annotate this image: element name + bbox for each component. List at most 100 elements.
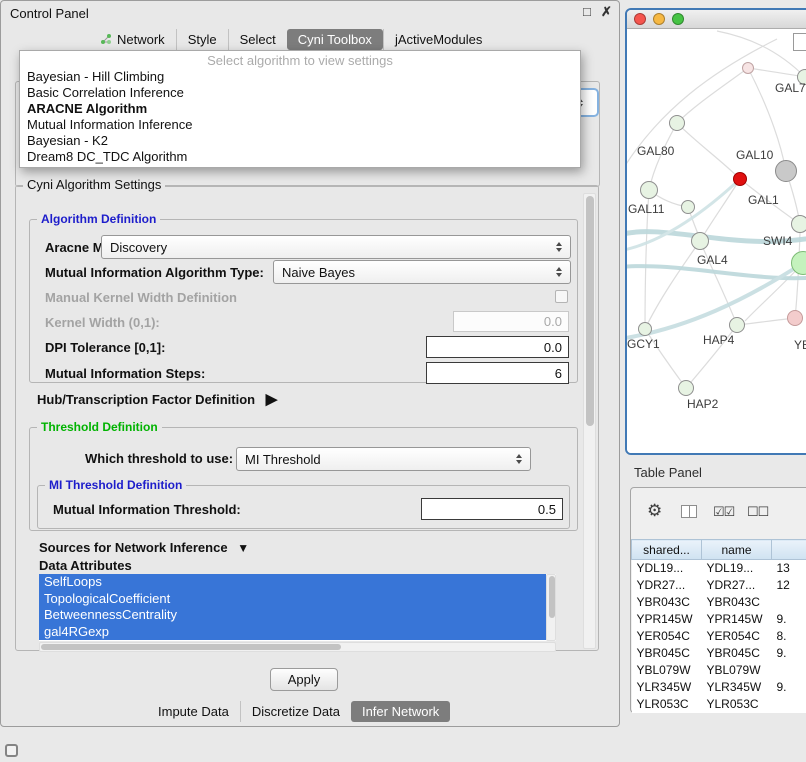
mi-type-label: Mutual Information Algorithm Type: [45, 265, 264, 280]
sources-section-header[interactable]: Sources for Network Inference ▼ [39, 540, 249, 556]
mi-steps-label: Mutual Information Steps: [45, 366, 205, 381]
table-row[interactable]: YDR27...YDR27...12 [632, 577, 806, 594]
window-title: Control Panel [10, 6, 89, 21]
attributes-hscrollbar[interactable] [39, 642, 556, 652]
close-traffic-icon[interactable] [634, 13, 646, 25]
hub-section-header[interactable]: Hub/Transcription Factor Definition ▶ [37, 392, 277, 407]
attributes-scrollbar-thumb[interactable] [549, 576, 555, 618]
table-panel-title: Table Panel [634, 465, 702, 480]
threshold-definition-title: Threshold Definition [37, 420, 162, 434]
desktop: Control Panel □ ✗ Network Style Select C… [0, 0, 806, 762]
column-header[interactable]: shared... [632, 540, 702, 560]
table-header-row: shared... name [632, 540, 806, 560]
node-label: GAL7 [775, 81, 806, 95]
manual-kernel-checkbox [555, 290, 568, 303]
apply-button[interactable]: Apply [270, 668, 338, 691]
zoom-traffic-icon[interactable] [672, 13, 684, 25]
network-node-red[interactable] [733, 172, 747, 186]
attribute-item[interactable]: gal4RGexp [39, 624, 546, 641]
attributes-list: SelfLoops TopologicalCoefficient Between… [39, 574, 556, 641]
tab-jactivemodules[interactable]: jActiveModules [383, 29, 493, 50]
table-row[interactable]: YPR145WYPR145W9. [632, 611, 806, 628]
network-node[interactable] [691, 232, 709, 250]
select-all-icon[interactable]: ☑☑ [713, 504, 734, 520]
dropdown-item[interactable]: Mutual Information Inference [20, 117, 580, 133]
kernel-width-label: Kernel Width (0,1): [45, 315, 160, 330]
tab-discretize-data[interactable]: Discretize Data [240, 701, 351, 722]
expand-right-icon[interactable]: ▶ [266, 391, 278, 408]
network-node-gray[interactable] [775, 160, 797, 182]
dropdown-item[interactable]: Bayesian - K2 [20, 133, 580, 149]
minimize-traffic-icon[interactable] [653, 13, 665, 25]
attribute-item[interactable]: BetweennessCentrality [39, 607, 546, 624]
dropdown-item[interactable]: Basic Correlation Inference [20, 85, 580, 101]
control-panel-window: Control Panel □ ✗ Network Style Select C… [0, 0, 620, 727]
dpi-tolerance-field[interactable]: 0.0 [426, 336, 569, 358]
table-row[interactable]: YBL079WYBL079W [632, 662, 806, 679]
combo-arrows-icon [508, 454, 522, 464]
node-label: HAP2 [687, 397, 718, 411]
gear-icon[interactable]: ⚙ [647, 501, 662, 521]
settings-scrollbar[interactable] [583, 193, 596, 649]
attribute-item[interactable]: TopologicalCoefficient [39, 591, 546, 608]
restore-panel-icon[interactable] [5, 744, 18, 757]
settings-scrollbar-thumb[interactable] [586, 196, 594, 426]
network-node[interactable] [681, 200, 695, 214]
control-panel-tabbar: Network Style Select Cyni Toolbox jActiv… [89, 28, 493, 50]
tab-style[interactable]: Style [176, 29, 228, 50]
attributes-hscrollbar-thumb[interactable] [41, 644, 341, 650]
column-chooser-icon[interactable] [681, 505, 697, 518]
dropdown-item-selected[interactable]: ARACNE Algorithm [20, 101, 580, 117]
network-node[interactable] [638, 322, 652, 336]
network-node-pink[interactable] [787, 310, 803, 326]
column-header[interactable]: name [702, 540, 772, 560]
attribute-item[interactable]: SelfLoops [39, 574, 546, 591]
network-node[interactable] [729, 317, 745, 333]
node-label: GAL11 [628, 202, 664, 216]
table-row[interactable]: YLR053CYLR053C [632, 696, 806, 713]
tab-cyni-toolbox[interactable]: Cyni Toolbox [287, 29, 383, 50]
tab-network[interactable]: Network [89, 29, 176, 50]
expand-down-icon[interactable]: ▼ [237, 541, 249, 555]
attributes-list-scrollbar[interactable] [546, 574, 556, 641]
node-label: HAP4 [703, 333, 734, 347]
data-attributes-label: Data Attributes [39, 558, 132, 573]
table-row[interactable]: YDL19...YDL19...13 [632, 560, 806, 577]
close-icon[interactable]: ✗ [601, 5, 612, 19]
network-tab-icon [100, 33, 112, 45]
network-view-window: GAL7 GAL80 GAL10 GAL11 GAL1 SWI4 GAL4 GC… [625, 8, 806, 455]
table-row[interactable]: YBR043CYBR043C [632, 594, 806, 611]
network-node[interactable] [742, 62, 754, 74]
network-node[interactable] [669, 115, 685, 131]
tab-impute-data[interactable]: Impute Data [147, 701, 240, 722]
column-header[interactable] [772, 540, 806, 560]
mi-type-combo[interactable]: Naive Bayes [273, 260, 571, 284]
which-threshold-combo[interactable]: MI Threshold [236, 447, 531, 471]
table-row[interactable]: YBR045CYBR045C9. [632, 645, 806, 662]
table-row[interactable]: YLR345WYLR345W9. [632, 679, 806, 696]
node-label: GCY1 [627, 337, 660, 351]
mi-steps-field[interactable]: 6 [426, 362, 569, 384]
combo-arrows-icon [548, 267, 562, 277]
tab-select[interactable]: Select [228, 29, 287, 50]
birdseye-view-toggle[interactable] [793, 33, 806, 51]
tab-infer-network[interactable]: Infer Network [351, 701, 450, 722]
network-node[interactable] [640, 181, 658, 199]
manual-kernel-label: Manual Kernel Width Definition [45, 290, 237, 305]
combo-arrows-icon [548, 242, 562, 252]
aracne-mode-combo[interactable]: Discovery [101, 235, 571, 259]
column-divider-glyph [689, 506, 690, 517]
mi-threshold-field[interactable]: 0.5 [421, 498, 563, 520]
network-node[interactable] [678, 380, 694, 396]
dropdown-item[interactable]: Dream8 DC_TDC Algorithm [20, 149, 580, 165]
dropdown-item[interactable]: Bayesian - Hill Climbing [20, 69, 580, 85]
dpi-tolerance-label: DPI Tolerance [0,1]: [45, 340, 165, 355]
float-window-icon[interactable]: □ [583, 5, 591, 19]
deselect-all-icon[interactable]: ☐☐ [747, 504, 768, 520]
kernel-width-field: 0.0 [453, 311, 569, 332]
node-label: GAL80 [637, 144, 674, 158]
mi-threshold-group-title: MI Threshold Definition [45, 478, 186, 492]
network-node[interactable] [791, 215, 806, 233]
network-canvas[interactable]: GAL7 GAL80 GAL10 GAL11 GAL1 SWI4 GAL4 GC… [627, 29, 806, 453]
table-row[interactable]: YER054CYER054C8. [632, 628, 806, 645]
